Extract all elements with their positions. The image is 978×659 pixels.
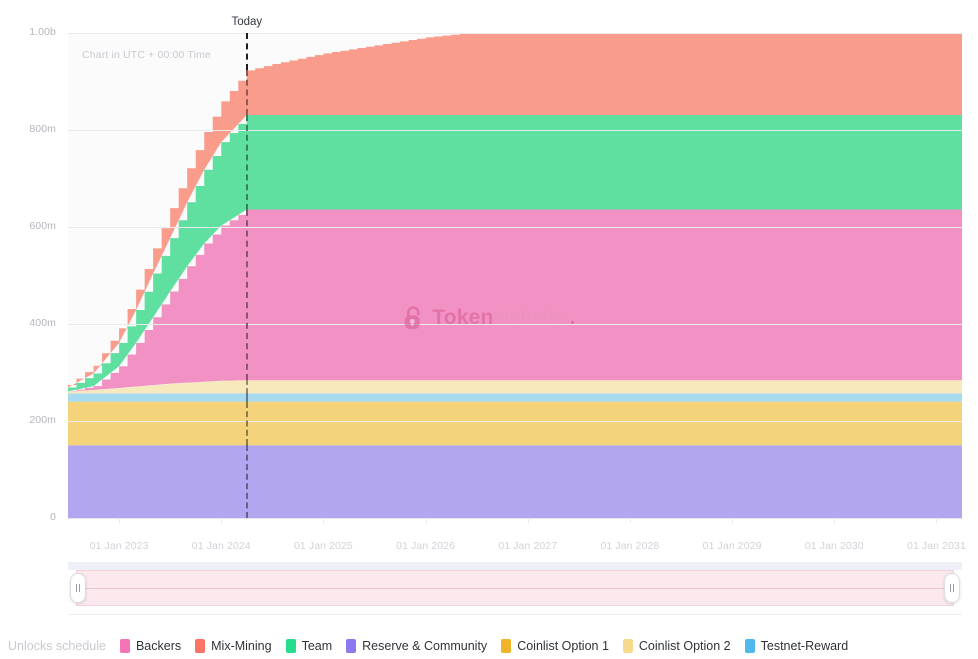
x-axis-tick bbox=[630, 518, 631, 523]
legend-item-testnet-reward[interactable]: Testnet-Reward bbox=[745, 639, 849, 653]
legend-item-backers[interactable]: Backers bbox=[120, 639, 181, 653]
legend-items: Backers Mix-Mining Team Reserve & Community… bbox=[120, 639, 862, 653]
range-selector[interactable] bbox=[68, 562, 962, 606]
stacked-area-series bbox=[68, 33, 962, 518]
x-axis-tick-label: 01 Jan 2024 bbox=[192, 540, 251, 552]
y-axis-tick-label: 400m bbox=[29, 317, 56, 329]
today-dashed-line-segment bbox=[246, 402, 248, 446]
x-axis-tick-label: 01 Jan 2028 bbox=[600, 540, 659, 552]
chart-plot-area[interactable] bbox=[68, 33, 962, 518]
x-axis-tick bbox=[732, 518, 733, 523]
y-axis-tick-label: 0 bbox=[50, 511, 56, 523]
y-axis-tick-label: 1.00b bbox=[29, 26, 56, 38]
x-axis-tick bbox=[936, 518, 937, 523]
legend-item-coinlist-option-1[interactable]: Coinlist Option 1 bbox=[501, 639, 609, 653]
x-axis-tick-label: 01 Jan 2031 bbox=[907, 540, 966, 552]
area-series-coinlist-option-2 bbox=[68, 380, 962, 393]
legend-label: Mix-Mining bbox=[211, 639, 271, 653]
legend-swatch bbox=[501, 639, 511, 653]
legend-swatch bbox=[346, 639, 356, 653]
legend-swatch bbox=[745, 639, 755, 653]
today-dashed-line-upper bbox=[246, 33, 248, 70]
legend-item-coinlist-option-2[interactable]: Coinlist Option 2 bbox=[623, 639, 731, 653]
token-unlocks-chart-page: 0 200m 400m 600m 800m 1.00b 01 Jan 2023 01 Jan… bbox=[0, 0, 978, 659]
x-axis-tick bbox=[221, 518, 222, 523]
grip-line bbox=[76, 584, 77, 592]
legend-item-mix-mining[interactable]: Mix-Mining bbox=[195, 639, 271, 653]
gridline bbox=[68, 33, 962, 34]
utc-note: Chart in UTC + 00:00 Time bbox=[82, 49, 211, 61]
x-axis-tick-label: 01 Jan 2029 bbox=[703, 540, 762, 552]
legend-title: Unlocks schedule bbox=[8, 639, 106, 653]
legend-swatch bbox=[195, 639, 205, 653]
x-axis-line bbox=[68, 518, 962, 519]
area-series-reserve-community bbox=[68, 445, 962, 518]
legend-label: Testnet-Reward bbox=[761, 639, 849, 653]
x-axis-tick bbox=[834, 518, 835, 523]
grip-line bbox=[950, 584, 951, 592]
x-axis-tick bbox=[119, 518, 120, 523]
legend-label: Coinlist Option 2 bbox=[639, 639, 731, 653]
today-label: Today bbox=[231, 16, 262, 28]
x-axis-tick-label: 01 Jan 2026 bbox=[396, 540, 455, 552]
x-axis-tick-label: 01 Jan 2025 bbox=[294, 540, 353, 552]
legend-swatch bbox=[120, 639, 130, 653]
today-dashed-line-segment bbox=[246, 210, 248, 381]
y-axis-tick-label: 200m bbox=[29, 414, 56, 426]
gridline bbox=[68, 324, 962, 325]
legend-swatch bbox=[623, 639, 633, 653]
x-axis-tick bbox=[323, 518, 324, 523]
y-axis-tick-label: 600m bbox=[29, 220, 56, 232]
legend-label: Reserve & Community bbox=[362, 639, 487, 653]
legend-label: Backers bbox=[136, 639, 181, 653]
legend-label: Team bbox=[302, 639, 333, 653]
x-axis-tick bbox=[528, 518, 529, 523]
area-series-testnet-reward bbox=[68, 393, 962, 401]
legend-item-reserve-community[interactable]: Reserve & Community bbox=[346, 639, 487, 653]
today-dashed-line-segment bbox=[246, 393, 248, 401]
grip-line bbox=[953, 584, 954, 592]
today-dashed-line-segment bbox=[246, 70, 248, 115]
x-axis-tick-label: 01 Jan 2027 bbox=[498, 540, 557, 552]
range-divider bbox=[68, 614, 962, 615]
gridline bbox=[68, 421, 962, 422]
legend-item-team[interactable]: Team bbox=[286, 639, 333, 653]
y-axis-tick-label: 800m bbox=[29, 123, 56, 135]
gridline bbox=[68, 227, 962, 228]
legend-swatch bbox=[286, 639, 296, 653]
chart-legend: Unlocks schedule Backers Mix-Mining Team Re… bbox=[8, 636, 862, 656]
range-preview-line bbox=[76, 588, 954, 589]
range-handle-right[interactable] bbox=[944, 573, 960, 603]
x-axis-tick-label: 01 Jan 2030 bbox=[805, 540, 864, 552]
today-dashed-line-segment bbox=[246, 115, 248, 210]
range-handle-left[interactable] bbox=[70, 573, 86, 603]
grip-line bbox=[79, 584, 80, 592]
gridline bbox=[68, 130, 962, 131]
area-series-coinlist-option-1 bbox=[68, 402, 962, 446]
legend-label: Coinlist Option 1 bbox=[517, 639, 609, 653]
today-dashed-line-segment bbox=[246, 445, 248, 518]
today-dashed-line-segment bbox=[246, 380, 248, 393]
x-axis-tick-label: 01 Jan 2023 bbox=[90, 540, 149, 552]
range-track[interactable] bbox=[68, 562, 962, 570]
x-axis-tick bbox=[426, 518, 427, 523]
